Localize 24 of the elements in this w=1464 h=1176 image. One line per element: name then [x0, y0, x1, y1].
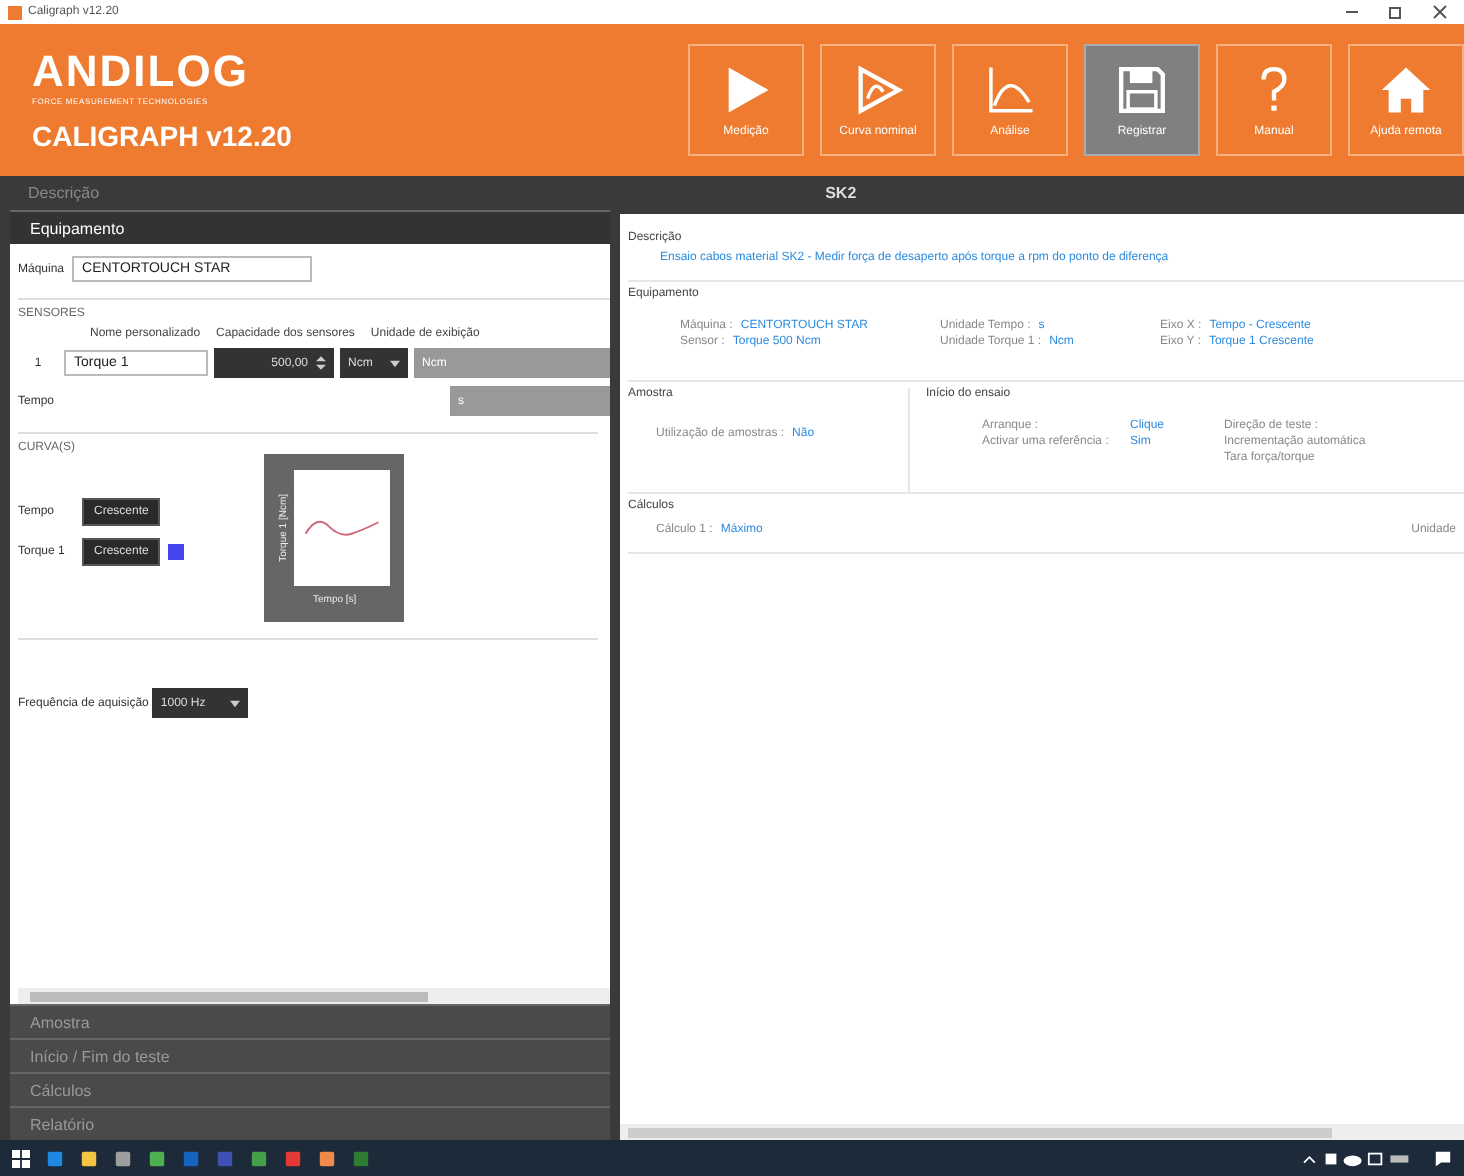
curve-graph-icon	[984, 63, 1036, 115]
product-name: CALIGRAPH v12.20	[32, 119, 292, 151]
section-header[interactable]: Relatório	[10, 1106, 610, 1140]
notification-icon[interactable]	[1434, 1149, 1452, 1167]
section-header[interactable]: Cálculos	[10, 1072, 610, 1106]
horizontal-scrollbar[interactable]	[18, 988, 610, 1004]
test-name: SK2	[825, 184, 857, 202]
section-header[interactable]: Descrição	[0, 184, 100, 202]
section-header[interactable]: Equipamento	[10, 210, 610, 244]
dropdown-arrow-icon	[230, 699, 241, 707]
restore-icon[interactable]	[1388, 4, 1404, 20]
spinner-arrows-icon	[316, 354, 326, 372]
start-icon[interactable]	[12, 1149, 30, 1167]
section-header[interactable]: Início / Fim do teste	[10, 1038, 610, 1072]
save-icon	[1116, 63, 1168, 115]
home-icon	[1380, 63, 1432, 115]
color-swatch[interactable]	[168, 544, 185, 560]
sparkline-drawing	[294, 470, 391, 586]
dropdown-arrow-icon	[390, 359, 400, 367]
horizontal-scrollbar[interactable]	[620, 1124, 1464, 1140]
close-icon[interactable]	[1432, 4, 1448, 20]
logo: ANDILOG	[32, 49, 251, 93]
app-icon	[8, 5, 22, 19]
section-header[interactable]: Amostra	[10, 1004, 610, 1038]
